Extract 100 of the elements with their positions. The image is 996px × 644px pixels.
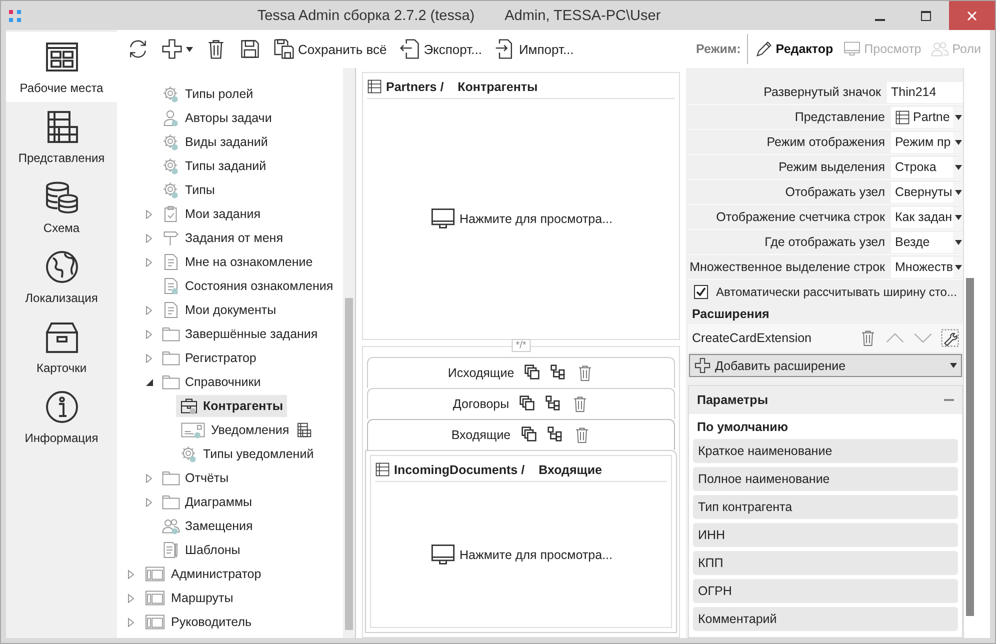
add-extension-button[interactable]: Добавить расширение [689,354,962,377]
toolbar-button[interactable]: Импорт... [490,35,578,63]
tree-item[interactable]: Типы ролей [158,83,258,105]
tree-item[interactable]: Справочники [158,371,265,393]
expand-arrow-icon[interactable] [146,330,152,338]
property-label: Режим выделения [778,160,886,174]
tree-item[interactable]: Завершённые задания [158,323,322,345]
caret-icon [954,140,962,144]
tree-item[interactable]: Мои документы [158,299,280,321]
signpost-icon [162,229,180,247]
tree-item[interactable]: Регистратор [158,347,260,369]
property-dropdown[interactable]: Строка [891,156,963,178]
preview-link[interactable]: Нажмите для просмотра... [424,540,618,568]
expand-arrow-icon[interactable] [128,594,134,602]
parameter-item[interactable]: КПП [693,551,958,575]
document-icon [162,253,180,271]
refresh-icon [127,38,149,60]
parameter-item[interactable]: Краткое наименование [693,439,958,463]
tree-item[interactable]: Авторы задачи [158,107,276,129]
tree-item[interactable]: Мне на ознакомление [158,251,317,273]
maximize-icon [921,10,931,20]
tree-item[interactable]: Состояния ознакомления [158,275,338,297]
expand-arrow-icon[interactable] [146,258,152,266]
document-icon [162,301,180,319]
tree-item[interactable]: Виды заданий [158,131,272,153]
expand-arrow-icon[interactable] [146,306,152,314]
property-dropdown[interactable]: Везде [891,232,963,252]
tree-item[interactable]: Замещения [158,515,257,537]
caret-icon [954,240,962,244]
expand-arrow-icon[interactable] [146,498,152,506]
tree-item[interactable]: Задания от меня [158,227,287,249]
parameter-item[interactable]: Полное наименование [693,467,958,491]
property-dropdown[interactable]: Режим пр [891,132,963,152]
property-field[interactable]: Thin214 [887,82,963,102]
toolbar-button[interactable]: Экспорт... [394,35,486,63]
pencil-icon [754,40,773,58]
property-dropdown[interactable]: Partne [891,106,963,128]
expand-arrow-icon[interactable] [128,570,134,578]
window-icon [144,565,166,583]
table-icon [895,110,910,124]
expand-arrow-icon[interactable] [146,234,152,242]
parameters-header[interactable]: Параметры [689,386,962,414]
property-dropdown[interactable]: Множеств [891,256,963,278]
window-title: Tessa Admin сборка 2.7.2 (tessa) [257,8,475,24]
trash-icon [859,329,877,347]
expand-arrow-icon[interactable] [146,474,152,482]
collapse-arrow-icon[interactable] [146,378,152,386]
table-icon [367,79,382,94]
expand-arrow-icon[interactable] [128,618,134,626]
tree-item[interactable]: Отчёты [158,467,233,489]
copy-icon [519,395,536,411]
nav-item[interactable]: Информация [6,382,117,452]
parameter-item[interactable]: ИНН [693,523,958,547]
property-label: Отображение счетчика строк [715,210,886,224]
caret-icon [950,363,957,368]
folder-icon [162,325,180,343]
tree-item[interactable]: Мои задания [158,203,265,225]
nav-item[interactable]: Представления [6,102,117,172]
tree-item[interactable]: Типы [158,179,219,201]
tab[interactable]: Входящие [367,419,675,450]
tree-item[interactable]: Контрагенты [176,395,288,417]
view-name: IncomingDocuments / [394,462,525,476]
tree-item[interactable]: Типы заданий [158,155,270,177]
folder-icon [162,493,180,511]
mode-button[interactable]: Редактор [752,38,836,60]
copy-icon [520,426,537,442]
parameter-item[interactable]: Тип контрагента [693,495,958,519]
tab[interactable]: Договоры [367,388,675,419]
toolbar-button[interactable]: Сохранить всё [269,35,391,63]
tree-item[interactable]: Диаграммы [158,491,256,513]
tree-item[interactable]: Типы уведомлений [176,443,318,465]
tree-item[interactable]: Шаблоны [158,539,244,561]
caret-icon [954,114,962,120]
wrench-icon [941,329,959,347]
nav-item[interactable]: Рабочие места [6,32,117,102]
nav-item[interactable]: Схема [6,172,117,242]
checkbox[interactable] [694,285,708,299]
tree-item[interactable]: Руководитель [140,611,256,633]
tree-item[interactable]: Маршруты [140,587,238,609]
nav-item[interactable]: Карточки [6,312,117,382]
scrollbar[interactable] [963,68,976,638]
parameter-item[interactable]: ОГРН [693,579,958,603]
tab[interactable]: Исходящие [367,357,675,388]
expand-arrow-icon[interactable] [146,210,152,218]
window-icon [144,613,166,631]
parameter-item[interactable]: Комментарий [693,607,958,631]
expand-arrow-icon[interactable] [146,354,152,362]
view-caption: Контрагенты [458,80,538,94]
nav-item[interactable]: Локализация [6,242,117,312]
property-dropdown[interactable]: Как задан [891,206,963,228]
tree-item[interactable]: Уведомления [176,419,294,441]
property-label: Представление [794,110,886,124]
plus-icon [161,38,183,60]
property-label: Где отображать узел [764,235,886,249]
people-icon [931,40,950,58]
property-dropdown[interactable]: Свернуты [891,182,963,202]
tree-item[interactable]: Администратор [140,563,266,585]
scrollbar[interactable] [343,68,355,638]
view-name: Partners / [386,80,444,94]
preview-link[interactable]: Нажмите для просмотра... [424,205,618,233]
